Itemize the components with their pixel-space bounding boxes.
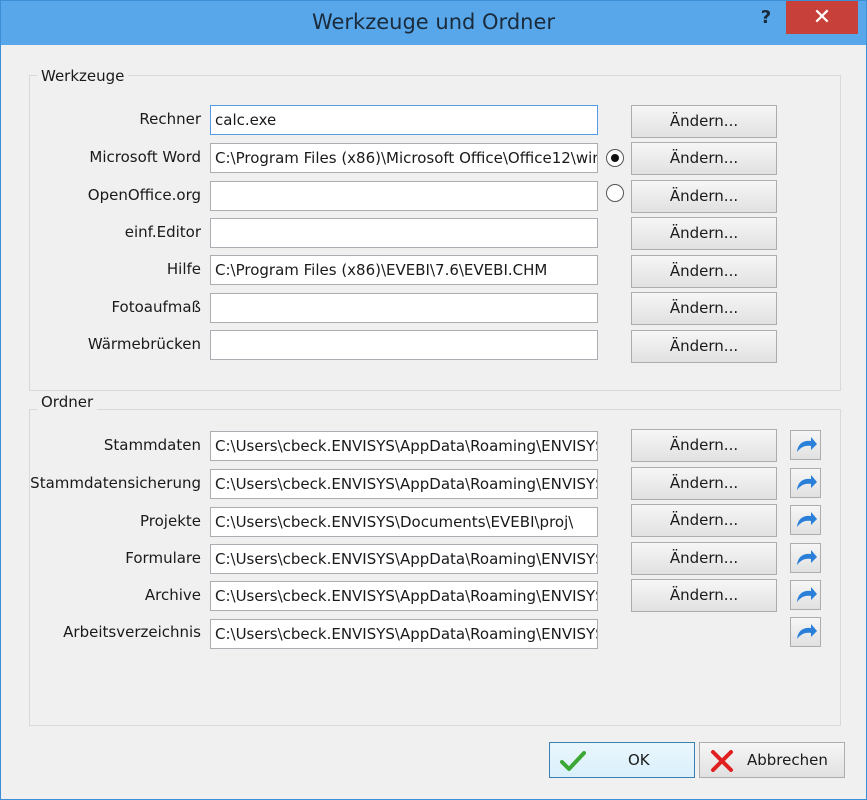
help-button[interactable]: ? (749, 7, 783, 33)
werkzeuge-group-title: Werkzeuge (37, 67, 129, 85)
arbeitsverzeichnis-label: Arbeitsverzeichnis (63, 623, 201, 641)
stammdaten-label: Stammdaten (103, 436, 201, 454)
word-radio[interactable] (606, 149, 624, 167)
stammdaten-field[interactable]: C:\Users\cbeck.ENVISYS\AppData\Roaming\E… (210, 431, 598, 461)
formulare-open-button[interactable] (790, 543, 821, 573)
title-bar[interactable]: Werkzeuge und Ordner ? ✕ (1, 1, 866, 45)
waermebruecken-label: Wärmebrücken (87, 335, 201, 353)
stammdatensicherung-label: Stammdatensicherung (30, 474, 201, 492)
openoffice-change-button[interactable]: Ändern... (631, 180, 777, 213)
projekte-label: Projekte (140, 512, 201, 530)
arbeitsverzeichnis-field[interactable]: C:\Users\cbeck.ENVISYS\AppData\Roaming\E… (210, 619, 598, 649)
hilfe-field[interactable]: C:\Program Files (x86)\EVEBI\7.6\EVEBI.C… (210, 255, 598, 285)
close-icon: ✕ (812, 5, 832, 30)
stammdaten-open-button[interactable] (790, 430, 821, 460)
waermebruecken-change-button[interactable]: Ändern... (631, 330, 777, 363)
curved-arrow-icon (797, 550, 817, 565)
ok-button[interactable]: OK (549, 742, 695, 778)
hilfe-change-button[interactable]: Ändern... (631, 255, 777, 288)
word-change-button[interactable]: Ändern... (631, 142, 777, 175)
cancel-label: Abbrechen (747, 751, 828, 769)
formulare-label: Formulare (125, 549, 201, 567)
openoffice-label: OpenOffice.org (87, 186, 201, 204)
fotoaufmass-field[interactable] (210, 293, 598, 323)
formulare-field[interactable]: C:\Users\cbeck.ENVISYS\AppData\Roaming\E… (210, 544, 598, 574)
stammdatensicherung-field[interactable]: C:\Users\cbeck.ENVISYS\AppData\Roaming\E… (210, 469, 598, 499)
projekte-change-button[interactable]: Ändern... (631, 504, 777, 537)
curved-arrow-icon (797, 512, 817, 527)
openoffice-field[interactable] (210, 181, 598, 211)
openoffice-radio[interactable] (606, 184, 624, 202)
stammdatensicherung-open-button[interactable] (790, 468, 821, 498)
hilfe-label: Hilfe (166, 260, 201, 278)
projekte-open-button[interactable] (790, 505, 821, 535)
curved-arrow-icon (797, 624, 817, 639)
radio-selected-dot (611, 154, 619, 162)
editor-change-button[interactable]: Ändern... (631, 217, 777, 250)
close-button[interactable]: ✕ (786, 1, 858, 34)
archive-field[interactable]: C:\Users\cbeck.ENVISYS\AppData\Roaming\E… (210, 581, 598, 611)
archive-change-button[interactable]: Ändern... (631, 579, 777, 612)
fotoaufmass-change-button[interactable]: Ändern... (631, 292, 777, 325)
curved-arrow-icon (797, 437, 817, 452)
projekte-field[interactable]: C:\Users\cbeck.ENVISYS\Documents\EVEBI\p… (210, 507, 598, 537)
cancel-button[interactable]: Abbrechen (699, 742, 845, 778)
fotoaufmass-label: Fotoaufmaß (111, 298, 201, 316)
formulare-change-button[interactable]: Ändern... (631, 542, 777, 575)
dialog-window: Werkzeuge und Ordner ? ✕ Werkzeuge Rechn… (0, 0, 867, 800)
archive-label: Archive (144, 586, 201, 604)
archive-open-button[interactable] (790, 580, 821, 610)
dialog-title: Werkzeuge und Ordner (311, 10, 556, 34)
checkmark-icon (560, 751, 586, 771)
rechner-change-button[interactable]: Ändern... (631, 105, 777, 138)
word-label: Microsoft Word (89, 148, 201, 166)
ordner-group-title: Ordner (37, 393, 98, 411)
rechner-label: Rechner (139, 110, 201, 128)
rechner-field[interactable]: calc.exe (210, 105, 598, 135)
editor-label: einf.Editor (124, 223, 201, 241)
ok-label: OK (628, 751, 650, 769)
stammdatensicherung-change-button[interactable]: Ändern... (631, 467, 777, 500)
editor-field[interactable] (210, 218, 598, 248)
red-x-icon (711, 750, 733, 772)
stammdaten-change-button[interactable]: Ändern... (631, 429, 777, 462)
arbeitsverzeichnis-open-button[interactable] (790, 617, 821, 647)
dialog-client-area: Werkzeuge Rechner calc.exe Ändern... Mic… (1, 45, 866, 799)
curved-arrow-icon (797, 587, 817, 602)
waermebruecken-field[interactable] (210, 330, 598, 360)
curved-arrow-icon (797, 475, 817, 490)
word-field[interactable]: C:\Program Files (x86)\Microsoft Office\… (210, 143, 598, 173)
